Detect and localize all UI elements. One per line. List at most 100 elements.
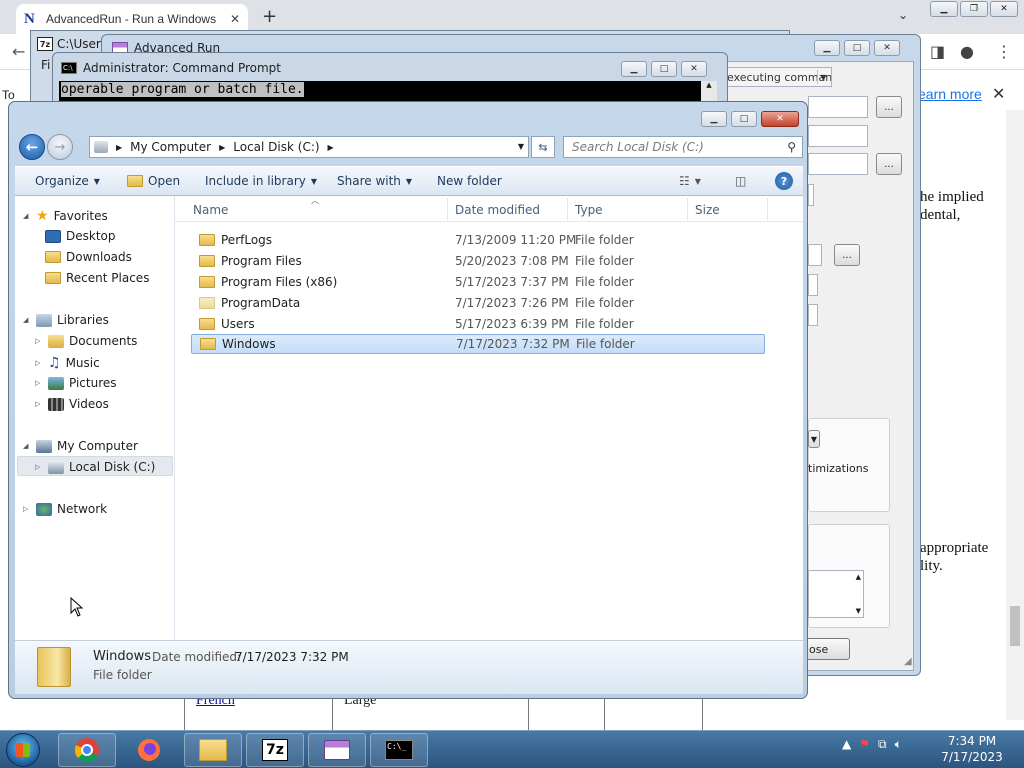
browse-directory-button[interactable]: ... xyxy=(876,153,902,175)
table-row[interactable]: ProgramData 7/17/2023 7:26 PM File folder xyxy=(191,293,765,313)
expand-arrow-icon[interactable]: ▷ xyxy=(35,400,43,408)
scrollbar-thumb[interactable] xyxy=(1010,606,1020,646)
table-row[interactable]: PerfLogs 7/13/2009 11:20 PM File folder xyxy=(191,230,765,250)
table-row[interactable]: Windows 7/17/2023 7:32 PM File folder xyxy=(191,334,765,354)
taskbar-cmd[interactable]: C:\_ xyxy=(370,733,428,767)
scroll-up-icon[interactable]: ▲ xyxy=(856,573,861,581)
arguments-field[interactable] xyxy=(808,125,868,147)
sevenzip-menu-file[interactable]: Fi xyxy=(41,58,50,72)
run-mode-combo[interactable]: executing command ▼ xyxy=(722,67,832,87)
learn-more-link[interactable]: earn more xyxy=(918,86,982,102)
expand-arrow-icon[interactable]: ▷ xyxy=(35,359,43,367)
view-options-button[interactable]: ☷ ▼ xyxy=(679,174,701,188)
expand-arrow-icon[interactable]: ▷ xyxy=(35,379,43,387)
nav-videos[interactable]: ▷ Videos xyxy=(35,397,109,411)
browse-button[interactable]: ... xyxy=(834,244,860,266)
option-field[interactable] xyxy=(808,274,818,296)
nav-local-disk[interactable]: ▷ Local Disk (C:) xyxy=(35,460,155,474)
close-icon[interactable]: ✕ xyxy=(761,111,799,127)
organize-button[interactable]: Organize ▼ xyxy=(35,174,100,188)
table-row[interactable]: Program Files 5/20/2023 7:08 PM File folde… xyxy=(191,251,765,271)
share-with-button[interactable]: Share with ▼ xyxy=(337,174,412,188)
option-field[interactable] xyxy=(808,304,818,326)
program-path-field[interactable] xyxy=(808,96,868,118)
option-field[interactable] xyxy=(808,184,814,206)
new-tab-icon[interactable]: + xyxy=(262,6,277,27)
maximize-icon[interactable]: □ xyxy=(844,40,870,56)
nav-libraries[interactable]: ◢ Libraries xyxy=(23,313,109,327)
start-button[interactable] xyxy=(6,733,40,767)
column-date-modified[interactable]: Date modified xyxy=(455,203,540,217)
volume-icon[interactable]: 🔈︎ xyxy=(895,737,902,752)
scroll-down-icon[interactable]: ▼ xyxy=(856,607,861,615)
tab-close-icon[interactable]: ✕ xyxy=(230,12,240,26)
expand-arrow-icon[interactable]: ◢ xyxy=(23,212,31,220)
tab-search-chevron-icon[interactable]: ⌄ xyxy=(898,8,908,22)
maximize-icon[interactable]: □ xyxy=(651,61,677,77)
expand-arrow-icon[interactable]: ◢ xyxy=(23,316,31,324)
sidepanel-icon[interactable]: ◨ xyxy=(930,42,945,61)
new-folder-button[interactable]: New folder xyxy=(437,174,502,188)
nav-music[interactable]: ▷ ♫ Music xyxy=(35,355,100,371)
nav-downloads[interactable]: Downloads xyxy=(45,250,132,264)
minimize-icon[interactable]: ▁ xyxy=(701,111,727,127)
address-dropdown-icon[interactable]: ▼ xyxy=(518,142,524,151)
system-clock[interactable]: 7:34 PM 7/17/2023 xyxy=(940,733,1004,765)
maximize-icon[interactable]: □ xyxy=(731,111,757,127)
page-scrollbar[interactable] xyxy=(1006,110,1024,720)
close-icon[interactable]: ✕ xyxy=(990,1,1018,17)
close-icon[interactable]: ✕ xyxy=(874,40,900,56)
taskbar-chrome[interactable] xyxy=(58,733,116,767)
close-icon[interactable]: ✕ xyxy=(681,61,707,77)
nav-network[interactable]: ▷ Network xyxy=(23,502,107,516)
expand-arrow-icon[interactable]: ◢ xyxy=(23,442,31,450)
nav-pictures[interactable]: ▷ Pictures xyxy=(35,376,117,390)
dismiss-icon[interactable]: ✕ xyxy=(992,84,1005,103)
start-directory-field[interactable] xyxy=(808,153,868,175)
browse-program-button[interactable]: ... xyxy=(876,96,902,118)
expand-arrow-icon[interactable]: ▷ xyxy=(35,463,43,471)
chevron-down-icon[interactable]: ▼ xyxy=(808,430,820,448)
nav-recent-places[interactable]: Recent Places xyxy=(45,271,149,285)
action-center-icon[interactable]: ⚑ xyxy=(859,737,870,752)
breadcrumb-my-computer[interactable]: My Computer xyxy=(130,140,211,154)
breadcrumb-arrow-icon[interactable]: ▶ xyxy=(219,143,225,152)
nav-favorites[interactable]: ◢ ★ Favorites xyxy=(23,208,108,224)
column-name[interactable]: Name xyxy=(193,203,228,217)
forward-arrow-icon[interactable]: → xyxy=(47,134,73,160)
expand-arrow-icon[interactable]: ▷ xyxy=(35,337,43,345)
option-field[interactable] xyxy=(808,244,822,266)
taskbar-explorer[interactable] xyxy=(184,733,242,767)
table-row[interactable]: Users 5/17/2023 6:39 PM File folder xyxy=(191,314,765,334)
menu-dots-icon[interactable]: ⋮ xyxy=(996,42,1012,61)
column-type[interactable]: Type xyxy=(575,203,603,217)
table-row[interactable]: Program Files (x86) 5/17/2023 7:37 PM File… xyxy=(191,272,765,292)
refresh-icon[interactable]: ⇆ xyxy=(531,136,555,158)
taskbar-sevenzip[interactable]: 7z xyxy=(246,733,304,767)
tray-expand-icon[interactable]: ▲ xyxy=(842,737,851,752)
address-bar[interactable]: ▶ My Computer ▶ Local Disk (C:) ▶ ▼ xyxy=(89,136,529,158)
search-icon[interactable]: ⚲ xyxy=(787,140,796,154)
column-size[interactable]: Size xyxy=(695,203,720,217)
resize-grip-icon[interactable]: ◢ xyxy=(904,656,912,667)
breadcrumb-local-disk[interactable]: Local Disk (C:) xyxy=(233,140,319,154)
nav-desktop[interactable]: Desktop xyxy=(45,229,116,243)
nav-documents[interactable]: ▷ Documents xyxy=(35,334,137,348)
minimize-icon[interactable]: ▁ xyxy=(621,61,647,77)
taskbar-advancedrun[interactable] xyxy=(308,733,366,767)
preview-pane-button[interactable]: ◫ xyxy=(735,174,746,188)
breadcrumb-arrow-icon[interactable]: ▶ xyxy=(328,143,334,152)
open-button[interactable]: Open xyxy=(127,174,180,188)
browser-back-icon[interactable]: ← xyxy=(12,42,25,61)
network-icon[interactable]: ⧉ xyxy=(878,737,887,752)
breadcrumb-arrow-icon[interactable]: ▶ xyxy=(116,143,122,152)
include-in-library-button[interactable]: Include in library ▼ xyxy=(205,174,317,188)
minimize-icon[interactable]: ▁ xyxy=(930,1,958,17)
minimize-icon[interactable]: ▁ xyxy=(814,40,840,56)
nav-my-computer[interactable]: ◢ My Computer xyxy=(23,439,138,453)
taskbar-firefox[interactable] xyxy=(120,733,178,767)
back-arrow-icon[interactable]: ← xyxy=(19,134,45,160)
search-input[interactable]: Search Local Disk (C:) ⚲ xyxy=(563,136,803,158)
help-icon[interactable]: ? xyxy=(775,172,793,190)
profile-icon[interactable]: ● xyxy=(960,42,974,61)
